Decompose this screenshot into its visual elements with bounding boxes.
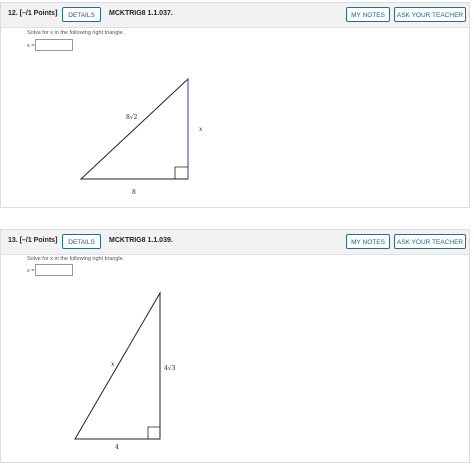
base-label: 8 bbox=[132, 189, 136, 196]
right-angle-marker bbox=[147, 426, 160, 439]
question-13-card: 13. [–/1 Points] DETAILS MCKTRIG8 1.1.03… bbox=[0, 229, 470, 463]
triangle-outline bbox=[74, 291, 161, 440]
hypotenuse-label: x bbox=[111, 361, 115, 368]
right-angle-marker bbox=[174, 166, 188, 179]
vertical-side-label: 4√3 bbox=[164, 365, 176, 372]
question-12-card: 12. [–/1 Points] DETAILS MCKTRIG8 1.1.03… bbox=[0, 2, 470, 208]
hypotenuse-label: 8√2 bbox=[126, 114, 138, 121]
base-label: 4 bbox=[115, 444, 119, 451]
triangle-outline bbox=[79, 77, 189, 180]
right-triangle-figure: x 4√3 4 bbox=[74, 291, 176, 451]
vertical-side-label: x bbox=[199, 126, 203, 133]
right-triangle-figure: 8√2 x 8 bbox=[79, 77, 203, 196]
